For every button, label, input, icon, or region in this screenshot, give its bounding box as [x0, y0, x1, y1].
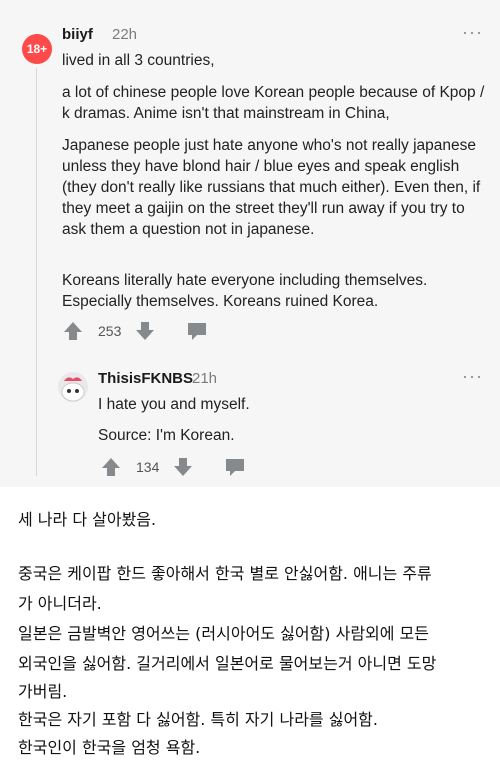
reply-comment-icon[interactable]: [224, 456, 246, 478]
downvote-arrow-icon[interactable]: [172, 456, 194, 478]
vote-count: 253: [98, 323, 122, 339]
comment-paragraph: Koreans literally hate everyone includin…: [62, 272, 428, 310]
reply-comment-icon[interactable]: [186, 320, 208, 342]
downvote-arrow-icon[interactable]: [134, 320, 156, 342]
nsfw-avatar-icon[interactable]: 18+: [22, 34, 52, 64]
translation-line: 가버림.: [18, 682, 68, 701]
comment-username[interactable]: biiyf: [62, 26, 93, 43]
reply-username[interactable]: ThisisFKNBS: [98, 370, 193, 387]
reply-paragraph: I hate you and myself.: [98, 396, 250, 413]
translation-line: 중국은 케이팝 한드 좋아해서 한국 별로 안싫어함. 애니는 주류: [18, 564, 432, 583]
thread-line[interactable]: [36, 68, 37, 476]
reply-actions: 134: [100, 456, 260, 480]
translation-line: 일본은 금발벽안 영어쓰는 (러시아어도 싫어함) 사람외에 모든: [18, 624, 430, 643]
comment-actions: 253: [62, 320, 222, 344]
reply-more-options-icon[interactable]: ···: [462, 366, 483, 387]
user-avatar-icon[interactable]: [58, 372, 88, 402]
upvote-arrow-icon[interactable]: [100, 456, 122, 478]
translation-line: 한국인이 한국을 엄청 욕함.: [18, 738, 201, 757]
reply-paragraph: Source: I'm Korean.: [98, 427, 235, 444]
translation-line: 한국은 자기 포함 다 싫어함. 특히 자기 나라를 싫어함.: [18, 710, 378, 729]
more-options-icon[interactable]: ···: [462, 22, 483, 43]
upvote-arrow-icon[interactable]: [62, 320, 84, 342]
reply-time: 21h: [192, 370, 218, 387]
vote-count: 134: [136, 459, 160, 475]
comment-paragraph: lived in all 3 countries,: [62, 52, 215, 69]
comment-paragraph: a lot of chinese people love Korean peop…: [62, 84, 485, 122]
reddit-screenshot: 18+ biiyf 22h ··· lived in all 3 countri…: [0, 0, 500, 487]
translation-line: 가 아니더라.: [18, 594, 102, 613]
translation-line: 외국인을 싫어함. 길거리에서 일본어로 물어보는거 아니면 도망: [18, 654, 437, 673]
comment-paragraph: Japanese people just hate anyone who's n…: [62, 137, 481, 238]
comment-time: 22h: [112, 26, 138, 43]
translation-line: 세 나라 다 살아봤음.: [18, 510, 157, 529]
